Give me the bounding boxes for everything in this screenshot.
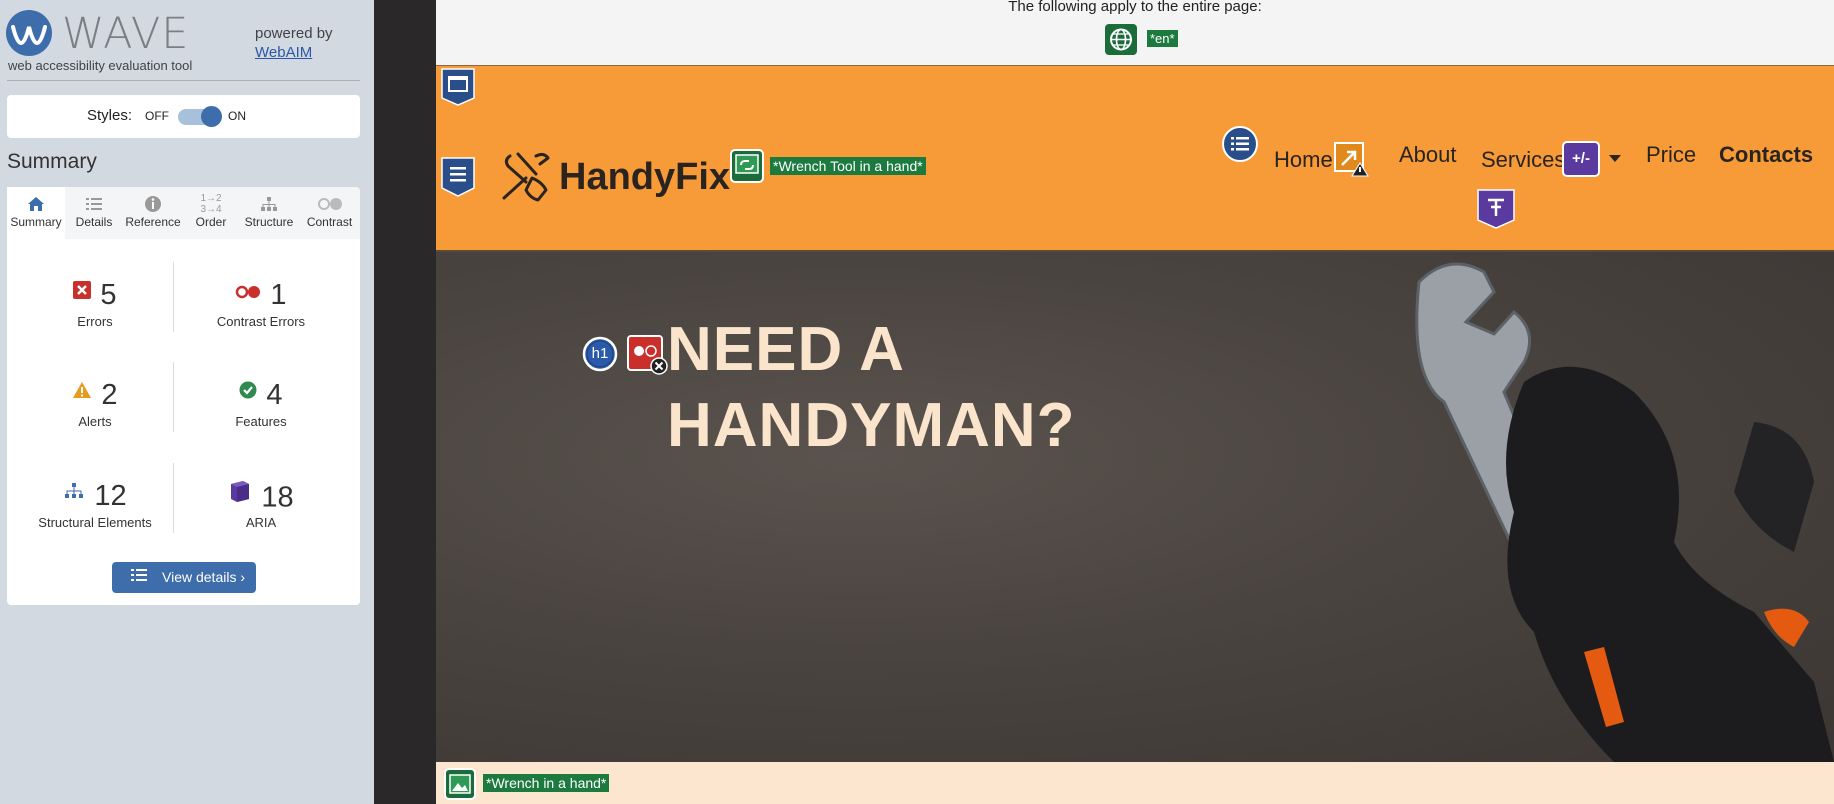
tab-reference[interactable]: Reference — [123, 187, 183, 239]
errors-count: 5 — [100, 279, 117, 311]
aria-cube-icon — [228, 479, 252, 516]
wave-tabs: Summary Details Reference 1→2 3→4 Order S… — [7, 187, 360, 239]
language-label: *en* — [1147, 30, 1178, 47]
alerts-label: Alerts — [78, 414, 112, 429]
page-wide-notice: The following apply to the entire page: … — [436, 0, 1834, 65]
alert-icon — [72, 378, 92, 412]
hero-heading-text: NEED A HANDYMAN? — [667, 315, 1076, 460]
site-navbar: HandyFix *Wrench Tool in a hand* Home Ab… — [436, 111, 1834, 252]
styles-off-label: OFF — [145, 109, 169, 123]
summary-panel: 5 Errors 1 Contrast Errors 2 Alerts 4 Fe… — [7, 239, 360, 605]
contrast-errors-stat[interactable]: 1 Contrast Errors — [181, 278, 341, 329]
view-details-label: View details › — [162, 569, 246, 585]
toggle-knob — [201, 106, 222, 127]
hero-heading: NEED A HANDYMAN? — [579, 312, 1147, 464]
contrast-errors-count: 1 — [270, 279, 287, 311]
aria-label: ARIA — [245, 515, 277, 530]
wave-logo-icon — [6, 10, 52, 56]
aria-count: 18 — [261, 481, 294, 514]
feature-check-icon — [239, 378, 257, 412]
tab-label: Reference — [125, 215, 181, 229]
alerts-stat[interactable]: 2 Alerts — [15, 378, 175, 429]
tab-summary[interactable]: Summary — [7, 187, 65, 239]
nav-home[interactable]: Home — [1274, 147, 1333, 173]
structural-count: 12 — [94, 480, 127, 512]
image-alt-icon[interactable] — [444, 768, 476, 800]
tab-structure[interactable]: Structure — [239, 187, 299, 239]
wrench-hand-logo-icon[interactable] — [496, 148, 556, 204]
stat-divider — [173, 463, 174, 533]
aria-stat[interactable]: 18 ARIA — [181, 479, 341, 530]
list-icon — [65, 191, 123, 215]
wave-title: WAVE — [62, 9, 190, 59]
wave-subtitle: web accessibility evaluation tool — [8, 58, 193, 73]
aria-tabindex-icon[interactable] — [1477, 189, 1515, 229]
features-stat[interactable]: 4 Features — [181, 378, 341, 429]
contrast-icon — [299, 191, 360, 215]
contrast-errors-label: Contrast Errors — [216, 314, 306, 329]
list-icon — [130, 563, 148, 594]
alerts-count: 2 — [101, 379, 118, 411]
tab-label: Details — [75, 215, 113, 229]
header-divider — [7, 80, 360, 81]
view-details-button[interactable]: View details › — [112, 562, 256, 593]
structural-label: Structural Elements — [38, 515, 152, 530]
errors-label: Errors — [77, 314, 113, 329]
wave-header: WAVE web accessibility evaluation tool p… — [0, 0, 374, 80]
page-preview: The following apply to the entire page: … — [436, 0, 1834, 804]
info-icon — [123, 191, 183, 215]
chevron-down-icon[interactable] — [1608, 151, 1622, 169]
tab-order[interactable]: 1→2 3→4 Order — [183, 187, 239, 239]
home-icon — [7, 191, 65, 215]
features-count: 4 — [266, 379, 283, 411]
error-icon — [73, 278, 92, 312]
hero-image-alt-label: *Wrench in a hand* — [483, 774, 610, 792]
wave-sidebar: WAVE web accessibility evaluation tool p… — [0, 0, 374, 804]
tab-label: Order — [195, 215, 227, 229]
panel-resize-bar[interactable] — [374, 0, 436, 804]
styles-toggle-panel: Styles: OFF ON — [7, 95, 360, 138]
tab-contrast[interactable]: Contrast — [299, 187, 360, 239]
logo-alt-label: *Wrench Tool in a hand* — [770, 157, 926, 175]
errors-stat[interactable]: 5 Errors — [15, 278, 175, 329]
styles-on-label: ON — [228, 109, 246, 123]
linked-image-icon[interactable] — [730, 149, 764, 183]
structure-icon — [63, 479, 85, 513]
summary-heading: Summary — [7, 150, 97, 173]
styles-toggle-switch[interactable] — [178, 106, 222, 127]
structural-stat[interactable]: 12 Structural Elements — [15, 479, 175, 530]
nav-contacts[interactable]: Contacts — [1719, 142, 1813, 168]
webaim-link[interactable]: WebAIM — [255, 44, 312, 61]
structure-icon — [239, 191, 299, 215]
tab-label: Summary — [10, 215, 62, 229]
tab-label: Structure — [244, 215, 294, 229]
powered-by-text: powered by — [255, 25, 333, 42]
tab-label: Contrast — [306, 215, 353, 229]
aria-expanded-icon[interactable]: +/- — [1562, 141, 1600, 177]
site-top-band — [436, 65, 1834, 112]
features-label: Features — [235, 414, 287, 429]
stat-divider — [173, 262, 174, 332]
navigation-region-icon[interactable] — [441, 157, 475, 197]
nav-about[interactable]: About — [1399, 142, 1457, 168]
header-region-icon[interactable] — [441, 68, 475, 106]
page-notice-text: The following apply to the entire page: — [1008, 0, 1262, 15]
list-icon[interactable] — [1220, 125, 1260, 163]
hero-caption-band: *Wrench in a hand* — [436, 762, 1834, 804]
brand-name[interactable]: HandyFix — [559, 156, 730, 199]
stat-divider — [173, 362, 174, 432]
nav-services[interactable]: Services — [1481, 147, 1565, 173]
nav-price[interactable]: Price — [1646, 142, 1696, 168]
language-globe-icon[interactable] — [1105, 24, 1137, 55]
styles-label: Styles: — [87, 107, 133, 124]
contrast-error-icon — [235, 278, 261, 312]
order-icon: 1→2 3→4 — [200, 193, 222, 215]
tab-details[interactable]: Details — [65, 187, 123, 239]
wrench-in-hand-image — [1194, 252, 1834, 762]
redundant-link-alert-icon[interactable] — [1333, 141, 1369, 177]
hero-banner: h1 NEED A HANDYMAN? — [436, 252, 1834, 762]
